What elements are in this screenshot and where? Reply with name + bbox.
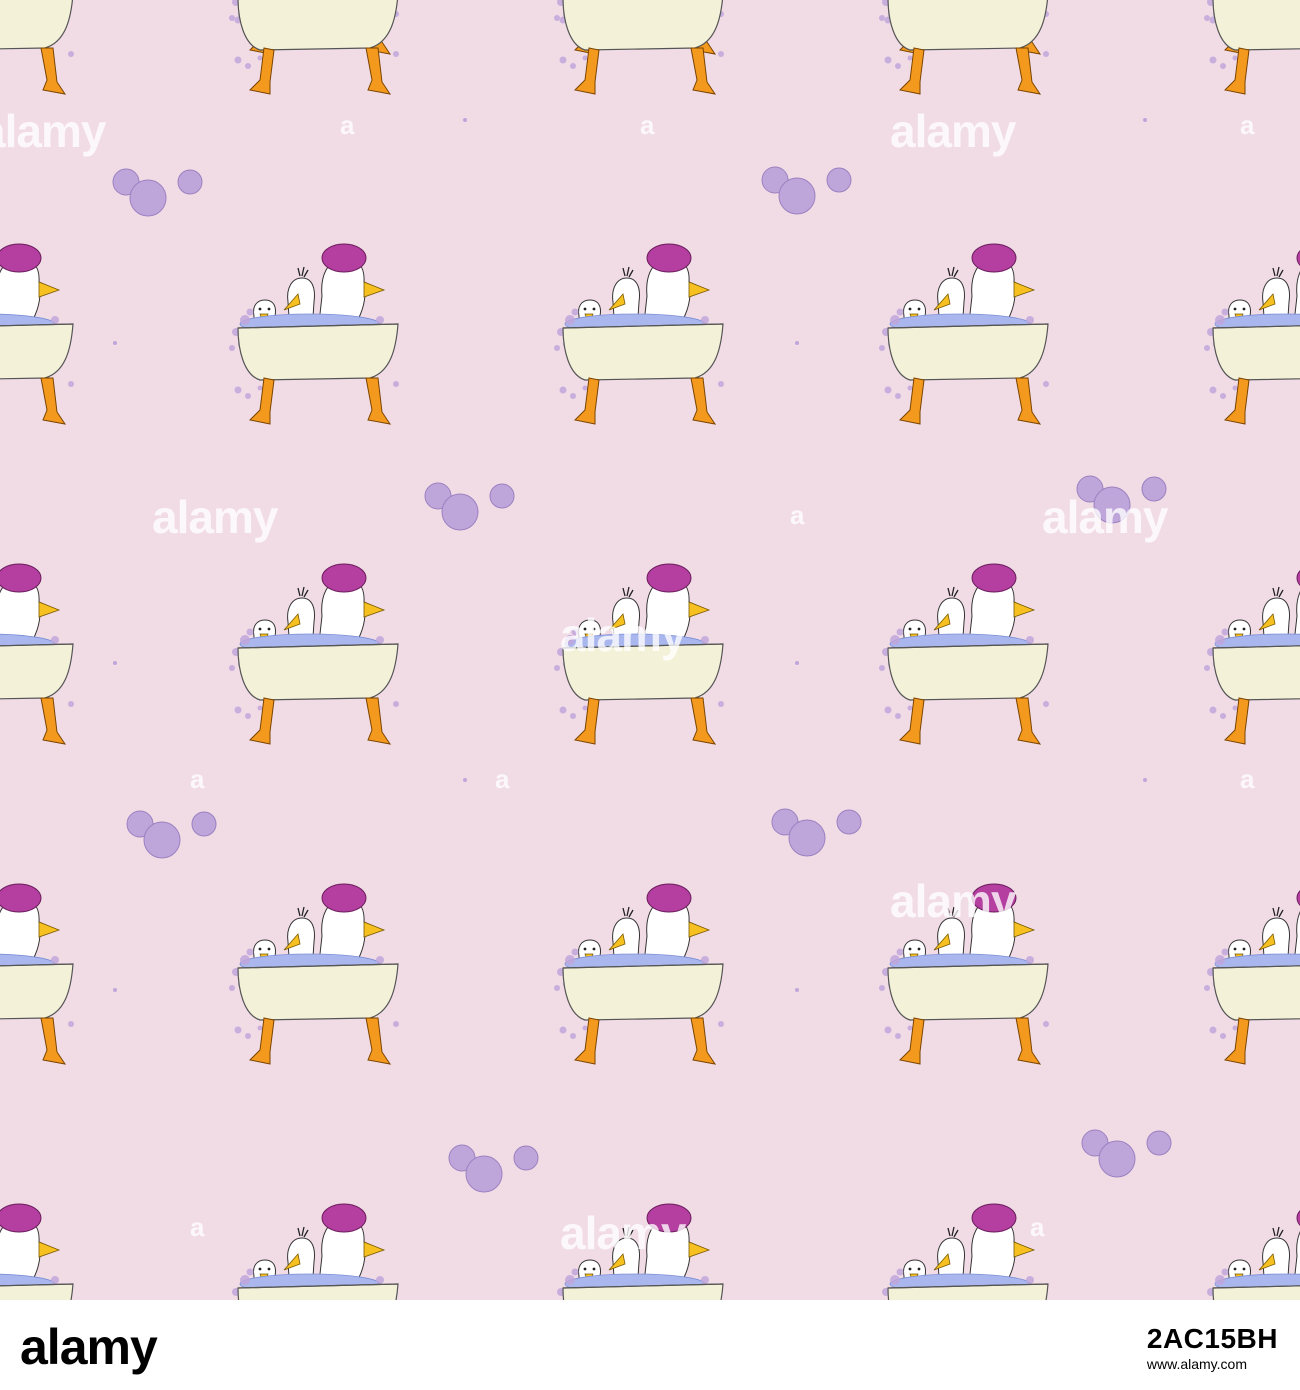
- watermark-mark: a: [190, 1212, 205, 1242]
- watermark-mark: a: [1240, 764, 1255, 794]
- watermark-mark: a: [1240, 110, 1255, 140]
- image-id: 2AC15BH: [1146, 1323, 1278, 1354]
- watermark-mark: a: [495, 764, 510, 794]
- watermark-mark: a: [1030, 1212, 1045, 1242]
- watermark-mark: a: [790, 500, 805, 530]
- watermark-mark: a: [190, 764, 205, 794]
- footer-meta: 2AC15BH www.alamy.com: [1147, 1324, 1278, 1374]
- watermark-mark: a: [640, 110, 655, 140]
- duck-bath-pattern: #bg-rect{fill:#f1dce6}.duck{fill:#ffffff…: [0, 0, 1300, 1300]
- footer-logo: alamy: [20, 1319, 158, 1375]
- stock-image: #bg-rect{fill:#f1dce6}.duck{fill:#ffffff…: [0, 0, 1300, 1390]
- watermark-mark: a: [340, 110, 355, 140]
- site-url: www.alamy.com: [1146, 1356, 1247, 1372]
- footer-bar: [0, 1300, 1300, 1390]
